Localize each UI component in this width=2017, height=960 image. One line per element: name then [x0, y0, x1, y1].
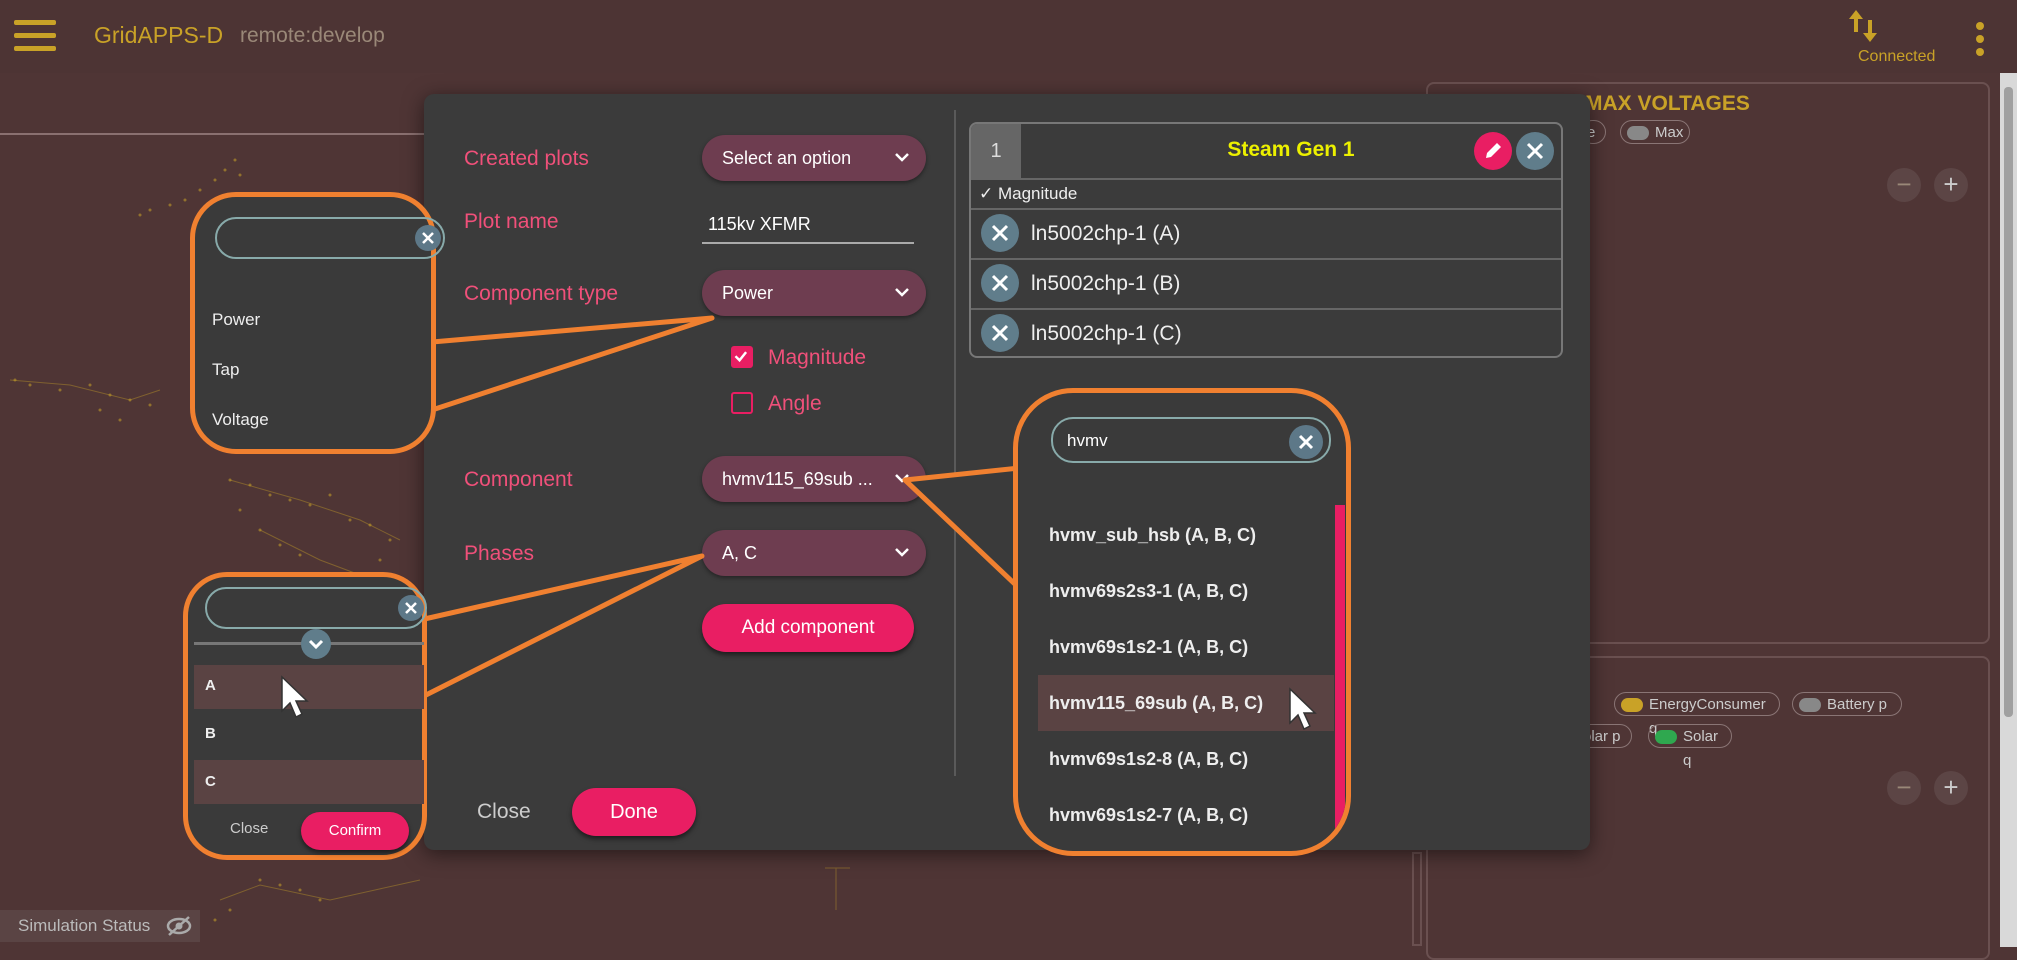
remove-component-button[interactable] — [981, 314, 1019, 352]
phase-option-c-highlight — [194, 760, 424, 804]
remove-component-button[interactable] — [981, 214, 1019, 252]
menu-icon[interactable] — [14, 20, 56, 52]
chevron-down-icon — [895, 288, 909, 297]
close-icon — [991, 324, 1009, 342]
card-divider — [971, 308, 1561, 310]
component-type-label: Component type — [464, 282, 619, 305]
visibility-off-icon[interactable] — [166, 916, 192, 936]
zoom-out-button-2[interactable]: − — [1887, 771, 1921, 805]
component-type-value: Power — [722, 283, 774, 303]
component-option[interactable]: hvmv_sub_hsb (A, B, C) — [1049, 525, 1256, 546]
dialog-divider — [954, 110, 956, 776]
plot-name-input[interactable]: 115kv XFMR — [702, 206, 914, 244]
card-divider — [971, 208, 1561, 210]
connection-arrows-icon — [1849, 10, 1877, 42]
component-option[interactable]: hvmv69s1s2-7 (A, B, C) — [1049, 805, 1248, 826]
connection-status: Connected — [1858, 48, 1936, 65]
chevron-down-icon — [895, 474, 909, 483]
zoom-in-button[interactable]: + — [1934, 168, 1968, 202]
component-row-label: ln5002chp-1 (A) — [1031, 222, 1181, 245]
close-icon — [991, 224, 1009, 242]
close-button[interactable]: Close — [477, 800, 531, 824]
chevron-down-icon — [895, 153, 909, 162]
pencil-icon — [1486, 143, 1501, 158]
zoom-in-button-2[interactable]: + — [1934, 771, 1968, 805]
magnitude-checkbox[interactable] — [731, 346, 753, 368]
plot-number: 1 — [971, 124, 1021, 178]
phases-label: Phases — [464, 542, 535, 565]
chevron-down-icon — [895, 548, 909, 557]
angle-label: Angle — [768, 392, 822, 415]
chevron-down-icon[interactable] — [301, 629, 331, 659]
created-plots-label: Created plots — [464, 147, 589, 170]
top-app-bar: GridAPPS-D remote:develop Connected — [0, 0, 2017, 73]
component-option[interactable]: hvmv69s2s3-1 (A, B, C) — [1049, 581, 1248, 602]
close-icon — [405, 602, 417, 614]
component-type-select[interactable]: Power — [702, 270, 926, 316]
zoom-out-button[interactable]: − — [1887, 168, 1921, 202]
component-value: hvmv115_69sub ... — [722, 469, 873, 489]
mouse-pointer-icon — [1289, 687, 1317, 731]
component-dropdown-callout: hvmv hvmv_sub_hsb (A, B, C) hvmv69s2s3-1… — [1013, 388, 1351, 856]
app-subtitle: remote:develop — [240, 24, 385, 47]
magnitude-label: Magnitude — [768, 346, 867, 369]
clear-search-button[interactable] — [415, 225, 441, 251]
page-scrollbar[interactable] — [2000, 73, 2017, 947]
more-vert-icon[interactable] — [1974, 22, 1984, 56]
clear-search-button[interactable] — [398, 595, 424, 621]
simulation-status-label: Simulation Status — [18, 916, 151, 935]
card-divider — [971, 258, 1561, 260]
add-component-button[interactable]: Add component — [702, 604, 914, 652]
option-voltage[interactable]: Voltage — [212, 410, 269, 430]
close-icon — [1298, 434, 1314, 450]
component-option[interactable]: hvmv69s1s2-8 (A, B, C) — [1049, 749, 1248, 770]
component-type-search-input[interactable] — [215, 217, 445, 259]
plot-title: Steam Gen 1 — [1227, 138, 1355, 161]
phases-close-button[interactable]: Close — [230, 820, 268, 837]
background-left-panel — [1412, 852, 1422, 946]
created-plots-value: Select an option — [722, 148, 852, 168]
phases-value: A, C — [722, 543, 758, 563]
component-row-label: ln5002chp-1 (C) — [1031, 322, 1182, 345]
option-power[interactable]: Power — [212, 310, 260, 330]
phases-select[interactable]: A, C — [702, 530, 926, 576]
component-row-label: ln5002chp-1 (B) — [1031, 272, 1181, 295]
card-divider — [971, 178, 1561, 180]
series-toggle-battery-p[interactable]: Battery p — [1792, 692, 1902, 716]
angle-checkbox[interactable] — [731, 392, 753, 414]
phase-option-b[interactable]: B — [205, 725, 216, 742]
close-icon — [1526, 142, 1544, 160]
dropdown-scrollbar[interactable] — [1335, 505, 1345, 851]
edit-plot-button[interactable] — [1474, 132, 1512, 170]
mouse-pointer-icon — [281, 675, 309, 719]
component-option[interactable]: hvmv69s1s2-1 (A, B, C) — [1049, 637, 1248, 658]
check-icon — [734, 351, 748, 363]
plot-card: 1 Steam Gen 1 ✓ Magnitude ln5002chp-1 (A… — [969, 122, 1563, 358]
delete-plot-button[interactable] — [1516, 132, 1554, 170]
phases-confirm-button[interactable]: Confirm — [301, 812, 409, 850]
component-select[interactable]: hvmv115_69sub ... — [702, 456, 926, 502]
series-toggle-max[interactable]: Max — [1620, 120, 1690, 144]
simulation-status-bar[interactable]: Simulation Status — [0, 910, 200, 942]
created-plots-select[interactable]: Select an option — [702, 135, 926, 181]
series-toggle-energyconsumer-q[interactable]: EnergyConsumer q — [1614, 692, 1780, 737]
phases-dropdown-callout: A B C Close Confirm — [183, 572, 427, 860]
phase-option-a[interactable]: A — [205, 677, 216, 694]
clear-search-button[interactable] — [1289, 425, 1323, 459]
option-tap[interactable]: Tap — [212, 360, 239, 380]
background-panel-title: MAX VOLTAGES — [1585, 92, 1750, 115]
phases-search-input[interactable] — [205, 587, 427, 629]
series-toggle-solar-q[interactable]: Solar q — [1648, 724, 1732, 769]
app-title: GridAPPS-D — [94, 22, 224, 48]
plot-name-label: Plot name — [464, 210, 559, 233]
close-icon — [422, 232, 434, 244]
remove-component-button[interactable] — [981, 264, 1019, 302]
component-label: Component — [464, 468, 573, 491]
magnitude-group-label: ✓ Magnitude — [979, 184, 1078, 203]
done-button[interactable]: Done — [572, 788, 696, 836]
close-icon — [991, 274, 1009, 292]
phase-option-c[interactable]: C — [205, 773, 216, 790]
component-type-dropdown-callout: Power Tap Voltage — [190, 192, 445, 454]
component-option-selected[interactable]: hvmv115_69sub (A, B, C) — [1049, 693, 1263, 714]
